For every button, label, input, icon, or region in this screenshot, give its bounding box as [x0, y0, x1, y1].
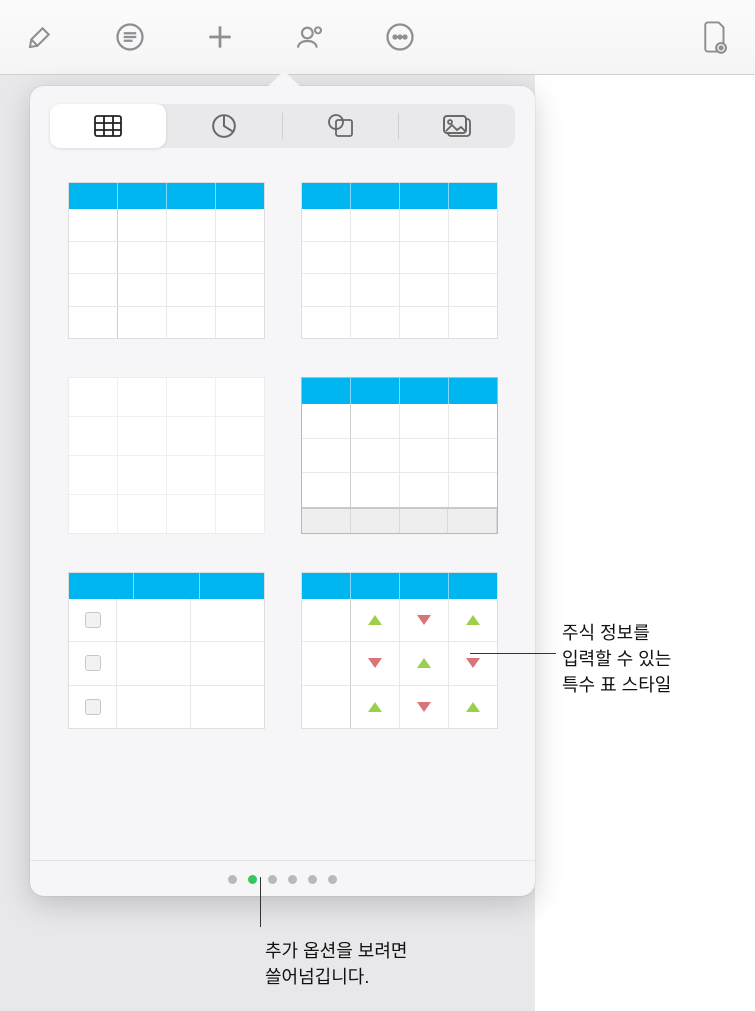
- table-icon: [94, 115, 122, 137]
- table-style-header-checkbox[interactable]: [68, 572, 265, 729]
- document-options-button[interactable]: [695, 17, 735, 57]
- page-dot[interactable]: [288, 875, 297, 884]
- table-style-stock[interactable]: [301, 572, 498, 729]
- callout-leader-line: [470, 653, 556, 654]
- pie-chart-icon: [211, 113, 237, 139]
- page-dot[interactable]: [328, 875, 337, 884]
- stock-up-icon: [368, 615, 382, 625]
- table-style-plain-faint[interactable]: [68, 377, 265, 534]
- media-icon: [442, 114, 472, 138]
- page-dot[interactable]: [308, 875, 317, 884]
- stock-down-icon: [368, 658, 382, 668]
- table-style-grid: [30, 154, 535, 729]
- outline-button[interactable]: [110, 17, 150, 57]
- collaborate-button[interactable]: [290, 17, 330, 57]
- add-button[interactable]: [200, 17, 240, 57]
- stock-grid-body: [302, 599, 497, 728]
- callout-stock-table: 주식 정보를 입력할 수 있는 특수 표 스타일: [562, 620, 671, 698]
- media-tab[interactable]: [399, 104, 515, 148]
- page-indicator[interactable]: [30, 860, 535, 884]
- table-style-header-plain[interactable]: [301, 182, 498, 339]
- stock-up-icon: [466, 615, 480, 625]
- table-style-header-firstcol[interactable]: [68, 182, 265, 339]
- page-dot[interactable]: [228, 875, 237, 884]
- format-brush-button[interactable]: [20, 17, 60, 57]
- document-options-icon: [700, 20, 730, 54]
- collaborate-icon: [294, 21, 326, 53]
- stock-up-icon: [466, 702, 480, 712]
- stock-up-icon: [417, 658, 431, 668]
- more-icon: [385, 22, 415, 52]
- more-button[interactable]: [380, 17, 420, 57]
- charts-tab[interactable]: [166, 104, 282, 148]
- table-style-header-footer[interactable]: [301, 377, 498, 534]
- checkbox-icon: [85, 655, 101, 671]
- page-dot[interactable]: [268, 875, 277, 884]
- stock-down-icon: [417, 702, 431, 712]
- tables-tab[interactable]: [50, 104, 166, 148]
- checkbox-icon: [85, 699, 101, 715]
- format-brush-icon: [25, 22, 55, 52]
- checkbox-icon: [85, 612, 101, 628]
- page-dot-active[interactable]: [248, 875, 257, 884]
- main-toolbar: [0, 0, 755, 75]
- stock-up-icon: [368, 702, 382, 712]
- outline-icon: [115, 22, 145, 52]
- callout-leader-line: [260, 877, 261, 927]
- stock-down-icon: [466, 658, 480, 668]
- stock-down-icon: [417, 615, 431, 625]
- callout-swipe-hint: 추가 옵션을 보려면 쓸어넘깁니다.: [265, 938, 407, 990]
- shapes-tab[interactable]: [283, 104, 399, 148]
- shape-icon: [327, 113, 355, 139]
- insert-type-tabs: [30, 86, 535, 154]
- insert-popover: [30, 86, 535, 896]
- add-icon: [204, 21, 236, 53]
